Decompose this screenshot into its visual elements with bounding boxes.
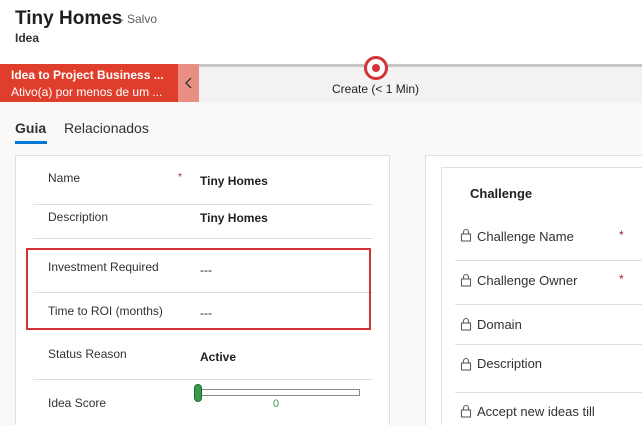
lock-icon: [460, 317, 472, 331]
bpf-collapse-button[interactable]: [178, 64, 199, 102]
entity-name: Idea: [15, 31, 40, 45]
lock-icon: [460, 228, 472, 242]
field-label: Challenge Name: [477, 229, 574, 244]
field-label: Idea Score: [48, 396, 107, 410]
field-value[interactable]: Active: [200, 350, 236, 364]
field-value[interactable]: Tiny Homes: [200, 211, 268, 225]
challenge-section-title: Challenge: [470, 186, 533, 201]
bpf-stage-create-icon[interactable]: [364, 56, 388, 80]
required-indicator: *: [619, 228, 624, 242]
field-challenge-name[interactable]: Challenge Name *: [455, 216, 642, 260]
required-indicator: *: [619, 272, 624, 286]
record-title: Tiny Homes: [15, 8, 123, 29]
business-process-flow: Idea to Project Business ... Ativo(a) po…: [0, 56, 642, 102]
bpf-active-process[interactable]: Idea to Project Business ... Ativo(a) po…: [0, 64, 178, 102]
main-form-card: Name * Tiny Homes Description Tiny Homes…: [15, 155, 390, 425]
idea-score-slider-track[interactable]: [196, 389, 360, 396]
bpf-stage-create-label[interactable]: Create (< 1 Min): [332, 82, 419, 96]
lock-icon: [460, 357, 472, 371]
field-label: Name: [48, 171, 81, 185]
field-label: Accept new ideas till: [477, 404, 595, 419]
field-name[interactable]: Name * Tiny Homes: [33, 162, 373, 205]
bpf-process-duration: Ativo(a) por menos de um ...: [11, 85, 163, 99]
field-challenge-owner[interactable]: Challenge Owner *: [455, 260, 642, 304]
field-label: Challenge Owner: [477, 273, 578, 288]
field-domain[interactable]: Domain: [455, 304, 642, 348]
field-value[interactable]: Tiny Homes: [200, 174, 268, 188]
idea-score-slider-handle[interactable]: [194, 384, 202, 402]
save-status: – Salvo: [117, 12, 158, 26]
highlight-annotation-box: [26, 248, 371, 330]
field-challenge-description[interactable]: Description: [455, 344, 642, 392]
tab-guia[interactable]: Guia: [15, 120, 46, 136]
field-accept-new-ideas-till[interactable]: Accept new ideas till: [455, 392, 642, 425]
lock-icon: [460, 273, 472, 287]
field-description[interactable]: Description Tiny Homes: [33, 205, 373, 239]
field-label: Status Reason: [48, 347, 127, 361]
field-idea-score[interactable]: Idea Score: [33, 380, 373, 425]
field-status-reason[interactable]: Status Reason Active: [33, 339, 373, 380]
lock-icon: [460, 404, 472, 418]
field-label: Description: [48, 210, 109, 224]
bpf-process-name: Idea to Project Business ...: [11, 68, 164, 82]
bpf-progress-line: [199, 64, 642, 67]
tab-selected-indicator: [15, 141, 47, 144]
chevron-left-icon: [184, 77, 191, 89]
field-label: Description: [477, 356, 543, 371]
required-indicator: *: [178, 172, 182, 183]
field-label: Domain: [477, 317, 522, 332]
idea-score-value: 0: [273, 398, 280, 410]
record-header: Tiny Homes – Salvo Idea: [0, 0, 642, 64]
tab-relacionados[interactable]: Relacionados: [64, 120, 149, 136]
